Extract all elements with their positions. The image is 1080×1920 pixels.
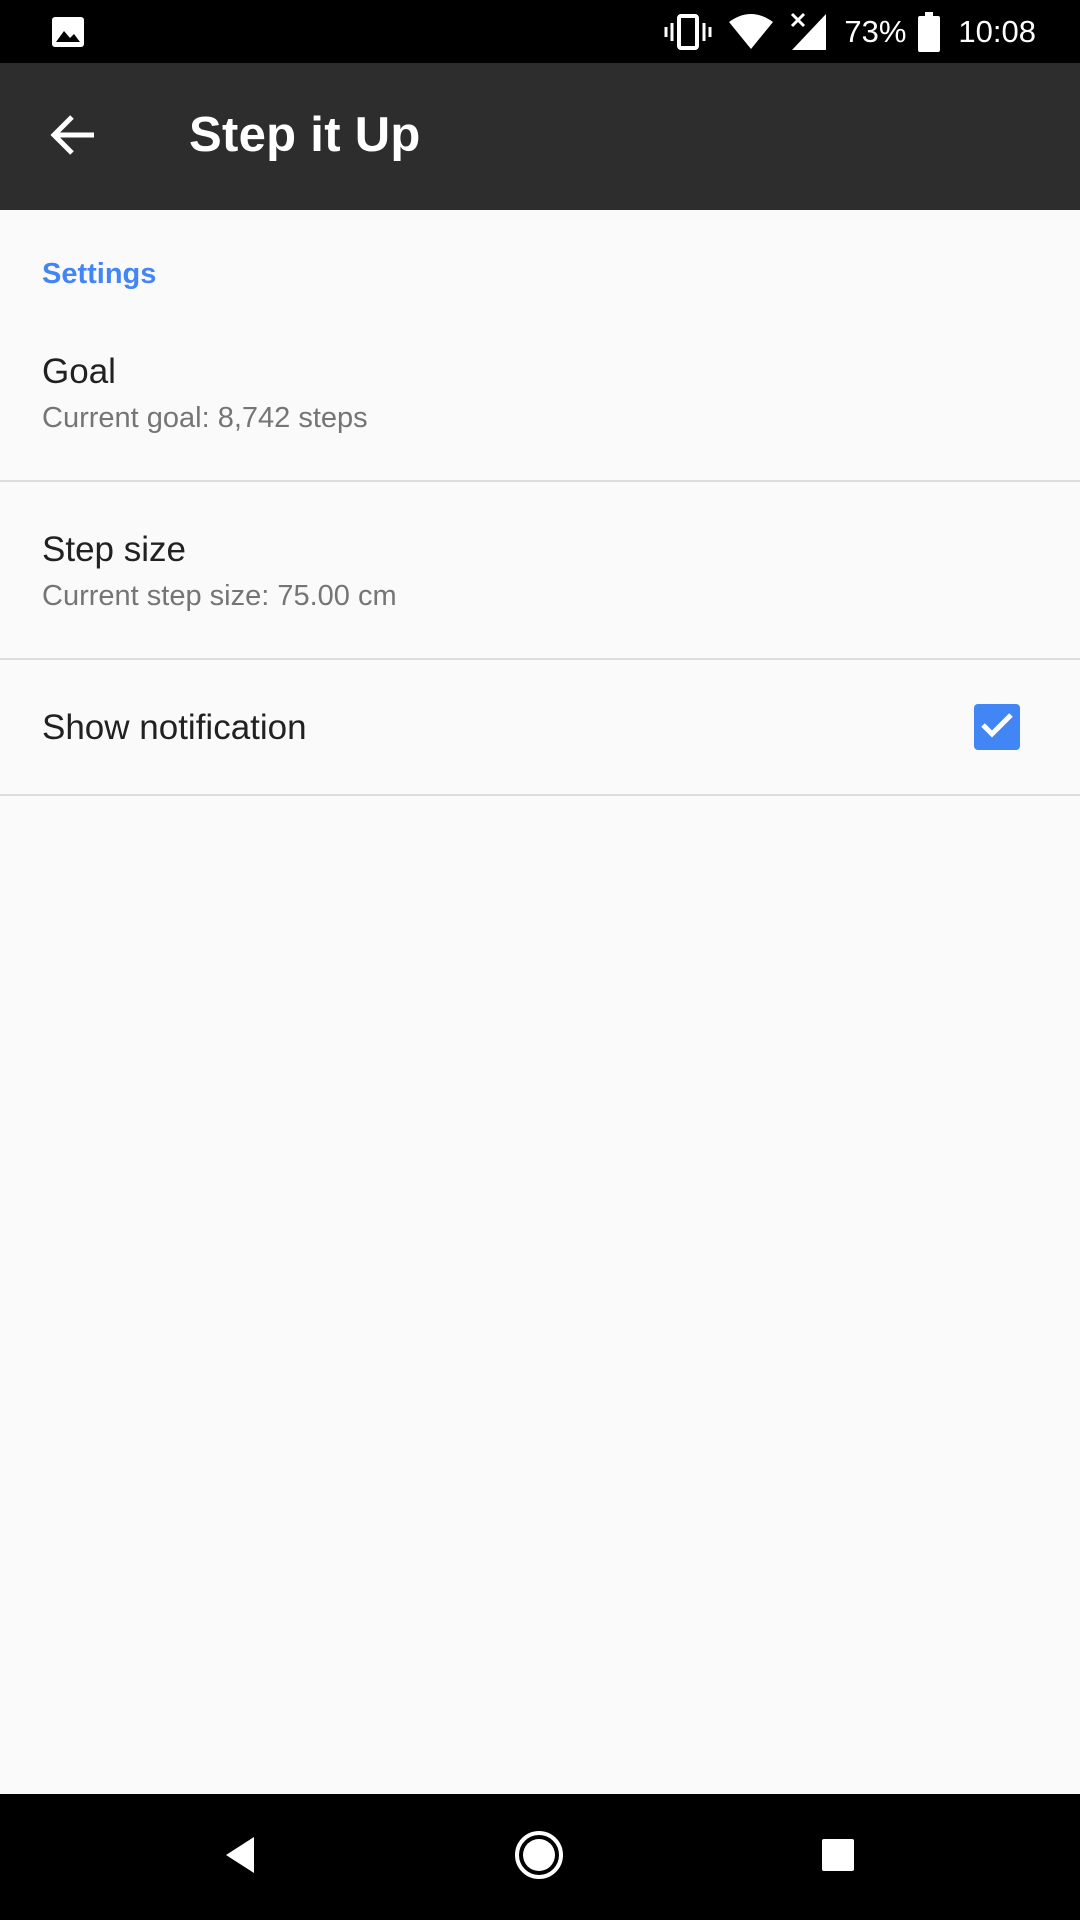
notification-checkbox[interactable] [974, 704, 1020, 750]
battery-icon [918, 11, 941, 52]
pref-step-size-title: Step size [42, 530, 186, 569]
back-triangle-icon [222, 1835, 258, 1880]
arrow-back-icon [50, 113, 98, 162]
status-bar: 73% 10:08 [0, 0, 1080, 63]
pref-goal-summary: Current goal: 8,742 steps [42, 402, 368, 434]
pref-step-size[interactable]: Step size Current step size: 75.00 cm [0, 482, 1080, 660]
battery-percent: 73% [844, 13, 907, 49]
vibrate-icon [664, 12, 712, 52]
pref-goal[interactable]: Goal Current goal: 8,742 steps [0, 310, 1080, 482]
app-title: Step it Up [189, 108, 421, 162]
checkmark-icon [979, 710, 1015, 745]
gallery-icon [50, 14, 86, 50]
home-circle-icon [513, 1829, 565, 1886]
signal-icon [790, 12, 828, 52]
clock: 10:08 [958, 13, 1036, 49]
recents-square-icon [820, 1837, 856, 1878]
pref-step-size-summary: Current step size: 75.00 cm [42, 580, 397, 612]
wifi-icon [728, 13, 774, 50]
section-header-settings: Settings [42, 258, 157, 290]
back-button[interactable] [30, 99, 118, 175]
pref-show-notification-title: Show notification [42, 708, 307, 747]
nav-recents-button[interactable] [803, 1822, 873, 1892]
pref-goal-title: Goal [42, 352, 116, 391]
nav-back-button[interactable] [205, 1822, 275, 1892]
app-bar: Step it Up [0, 63, 1080, 210]
status-icons: 73% 10:08 [664, 0, 1080, 63]
nav-home-button[interactable] [504, 1822, 574, 1892]
navigation-bar [0, 1794, 1080, 1920]
screen: 73% 10:08 Step it Up Settings Goal Curre… [0, 0, 1080, 1920]
pref-show-notification[interactable]: Show notification [0, 660, 1080, 796]
